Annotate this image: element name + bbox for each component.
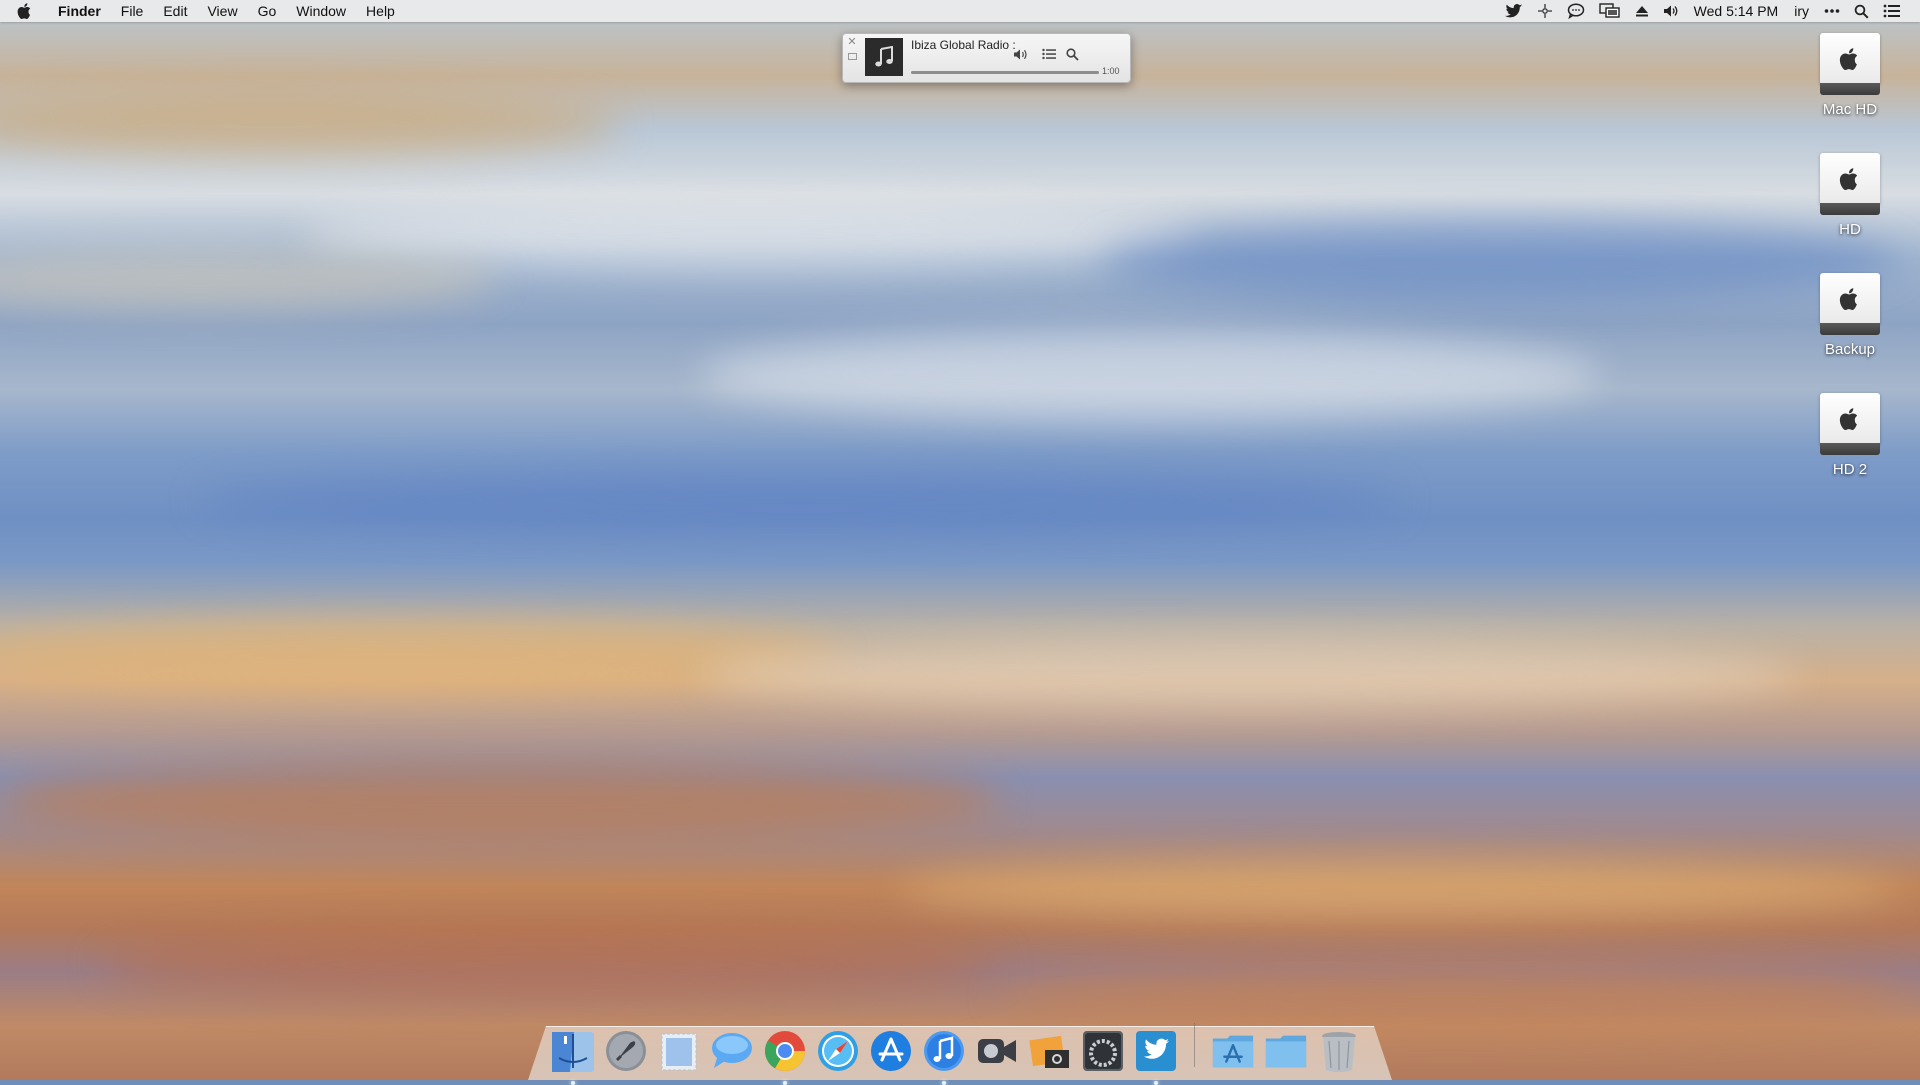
scanner-icon[interactable] — [1530, 0, 1560, 22]
desktop-drive-hd[interactable]: HD — [1810, 153, 1890, 238]
up-next-list-button[interactable] — [1039, 44, 1059, 64]
drive-label: Backup — [1824, 341, 1876, 358]
launchpad-icon[interactable] — [603, 1026, 649, 1076]
drive-label: HD 2 — [1832, 461, 1868, 478]
menu-app-finder[interactable]: Finder — [52, 0, 111, 22]
menu-help[interactable]: Help — [356, 0, 405, 22]
menu-window[interactable]: Window — [286, 0, 356, 22]
safari-icon[interactable] — [815, 1026, 861, 1076]
dock-separator — [1194, 1023, 1195, 1067]
eject-icon[interactable] — [1628, 0, 1656, 22]
facetime-icon[interactable] — [974, 1026, 1020, 1076]
album-art[interactable] — [865, 38, 903, 76]
menu-edit[interactable]: Edit — [153, 0, 197, 22]
finder-icon[interactable] — [550, 1026, 596, 1085]
hard-drive-icon — [1820, 273, 1880, 337]
hard-drive-icon — [1820, 393, 1880, 457]
trash-icon[interactable] — [1316, 1026, 1362, 1076]
progress-bar[interactable] — [911, 71, 1099, 74]
menu-view[interactable]: View — [197, 0, 247, 22]
system-preferences-icon[interactable] — [1080, 1026, 1126, 1076]
itunes-icon[interactable] — [921, 1026, 967, 1085]
progress-fill — [911, 71, 1099, 74]
documents-folder-icon[interactable] — [1263, 1026, 1309, 1076]
menu-bar: Finder File Edit View Go Window Help Wed… — [0, 0, 1920, 22]
menubar-clock[interactable]: Wed 5:14 PM — [1686, 0, 1787, 22]
volume-icon[interactable] — [1656, 0, 1686, 22]
drive-label: HD — [1839, 221, 1861, 238]
close-icon[interactable]: ✕ — [847, 37, 857, 48]
dock — [550, 1014, 1362, 1085]
image-capture-icon[interactable] — [1027, 1026, 1073, 1076]
twitter-status-icon[interactable] — [1498, 0, 1530, 22]
desktop-wallpaper — [0, 0, 1920, 1080]
spotlight-search-icon[interactable] — [1847, 0, 1876, 22]
twitter-icon[interactable] — [1133, 1026, 1179, 1085]
menu-go[interactable]: Go — [248, 0, 287, 22]
notification-center-icon[interactable] — [1876, 0, 1908, 22]
now-playing-title: Ibiza Global Radio : — [911, 38, 1016, 52]
menubar-user[interactable]: iry — [1786, 0, 1817, 22]
volume-button[interactable] — [1011, 44, 1031, 64]
drive-label: Mac HD — [1822, 101, 1878, 118]
fullsize-toggle-icon[interactable] — [848, 53, 857, 60]
search-button[interactable] — [1062, 44, 1082, 64]
chrome-icon[interactable] — [762, 1026, 808, 1085]
display-icon[interactable] — [1592, 0, 1628, 22]
messages-status-icon[interactable] — [1560, 0, 1592, 22]
app-store-icon[interactable] — [868, 1026, 914, 1076]
running-indicator — [571, 1081, 575, 1085]
preview-icon[interactable] — [656, 1026, 702, 1076]
elapsed-time: 1:00 — [1102, 66, 1120, 76]
running-indicator — [942, 1081, 946, 1085]
hard-drive-icon — [1820, 33, 1880, 97]
more-icon[interactable] — [1817, 0, 1847, 22]
running-indicator — [1154, 1081, 1158, 1085]
desktop-drive-hd-2[interactable]: HD 2 — [1810, 393, 1890, 478]
messages-icon[interactable] — [709, 1026, 755, 1076]
menu-file[interactable]: File — [111, 0, 154, 22]
desktop-drive-mac-hd[interactable]: Mac HD — [1810, 33, 1890, 118]
itunes-mini-player: ✕ Ibiza Global Radio : 1:00 — [842, 33, 1131, 83]
hard-drive-icon — [1820, 153, 1880, 217]
apple-menu-icon[interactable] — [17, 2, 39, 20]
running-indicator — [783, 1081, 787, 1085]
desktop-drive-backup[interactable]: Backup — [1810, 273, 1890, 358]
applications-folder-icon[interactable] — [1210, 1026, 1256, 1076]
